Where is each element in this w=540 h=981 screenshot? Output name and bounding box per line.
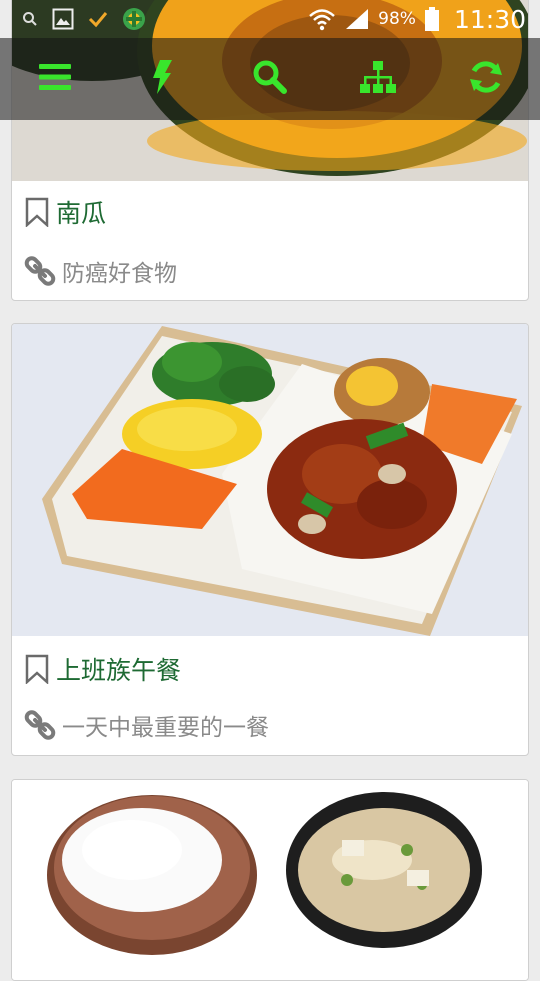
card-title[interactable]: 南瓜 — [24, 194, 106, 230]
refresh-icon — [470, 61, 502, 93]
signal-icon — [346, 9, 369, 29]
food-card[interactable] — [11, 779, 529, 981]
link-icon — [24, 710, 56, 740]
menu-button[interactable] — [30, 52, 80, 102]
battery-icon — [424, 7, 439, 31]
image-icon — [52, 8, 74, 30]
card-subtitle: 一天中最重要的一餐 — [24, 708, 269, 742]
card-title-text: 上班族午餐 — [56, 656, 182, 685]
card-subtitle: 防癌好食物 — [24, 254, 177, 288]
flash-icon — [153, 60, 172, 94]
card-subtitle-text: 防癌好食物 — [62, 261, 177, 287]
bookmark-icon[interactable] — [24, 654, 50, 684]
card-subtitle-text: 一天中最重要的一餐 — [62, 715, 269, 741]
link-icon — [24, 256, 56, 286]
bento-lunch-image — [12, 324, 528, 636]
search-icon — [253, 60, 287, 94]
bookmark-icon[interactable] — [24, 197, 50, 227]
clock: 11:30 — [453, 4, 526, 34]
status-bar: 98% 11:30 — [0, 0, 540, 38]
refresh-button[interactable] — [461, 52, 511, 102]
battery-percent: 98% — [378, 9, 416, 29]
food-feed[interactable]: 南瓜 防癌好食物 上班族午餐 一天中最重要的一餐 — [0, 0, 540, 981]
check-icon — [88, 12, 108, 28]
app-icon — [123, 8, 145, 30]
rice-and-miso-soup-image — [12, 780, 528, 980]
action-bar — [0, 38, 540, 120]
menu-icon — [39, 64, 71, 90]
sitemap-icon — [360, 61, 396, 93]
card-title-text: 南瓜 — [56, 199, 107, 228]
search-icon — [23, 12, 37, 26]
sitemap-button[interactable] — [353, 52, 403, 102]
wifi-icon — [309, 9, 336, 31]
flash-button[interactable] — [137, 52, 187, 102]
search-button[interactable] — [245, 52, 295, 102]
food-card[interactable]: 上班族午餐 一天中最重要的一餐 — [11, 323, 529, 756]
card-title[interactable]: 上班族午餐 — [24, 651, 181, 687]
